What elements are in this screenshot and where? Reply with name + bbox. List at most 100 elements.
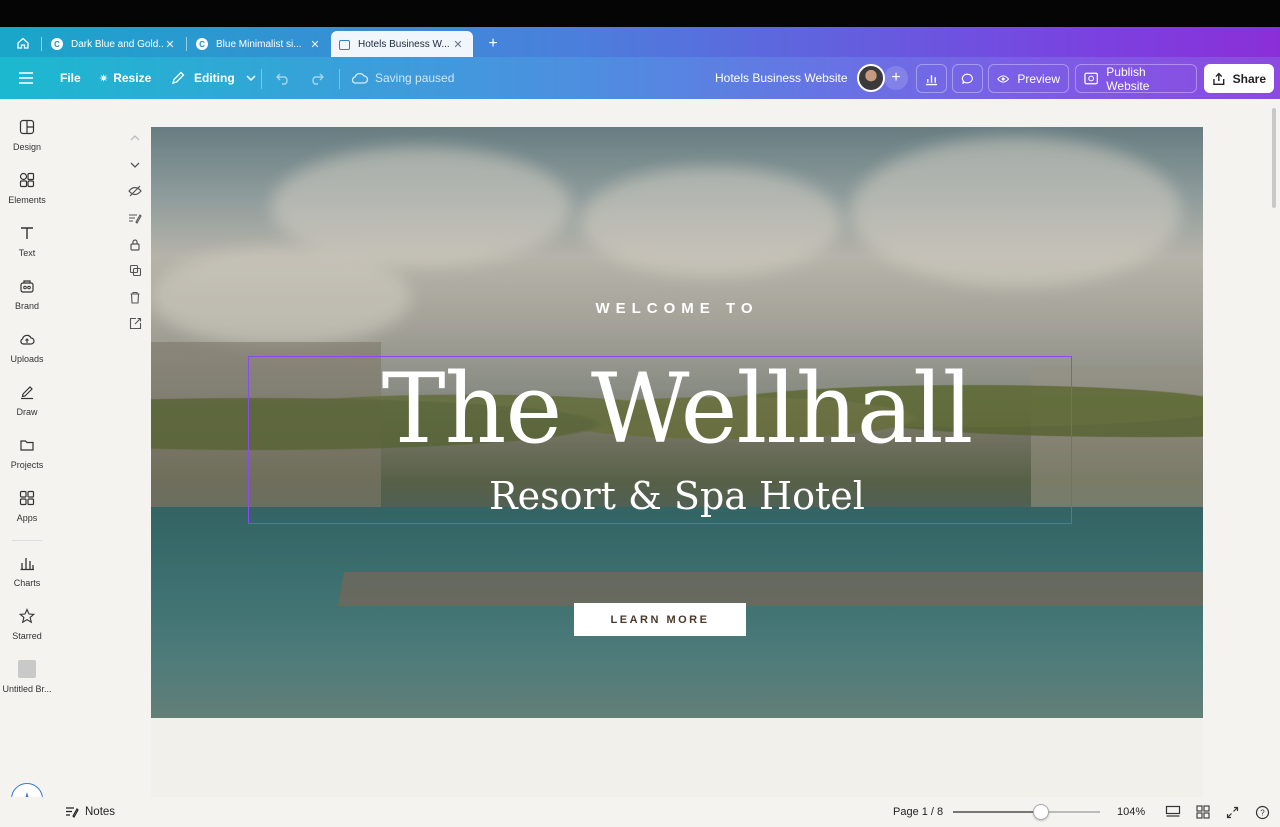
charts-icon: [17, 553, 37, 573]
toolbar-divider: [339, 69, 340, 89]
lock-icon[interactable]: [124, 231, 146, 258]
chevron-up-icon[interactable]: [124, 125, 146, 152]
notes-icon: [66, 807, 79, 818]
text-icon: [17, 223, 37, 243]
page-view-icon[interactable]: [1165, 797, 1181, 827]
design-icon: [17, 117, 37, 137]
bar-chart-icon: [925, 74, 938, 85]
undo-icon[interactable]: [275, 57, 291, 99]
sidebar-item-design[interactable]: Design: [0, 111, 54, 161]
tab-dark-blue-gold[interactable]: C Dark Blue and Gold... ✕: [43, 31, 185, 57]
tab-title: Blue Minimalist si...: [216, 38, 302, 50]
sidebar-item-label: Starred: [12, 631, 42, 641]
sidebar-item-draw[interactable]: Draw: [0, 376, 54, 426]
sidebar-item-text[interactable]: Text: [0, 217, 54, 267]
eye-icon: [997, 74, 1010, 83]
avatar[interactable]: [857, 57, 885, 99]
trash-icon[interactable]: [124, 284, 146, 311]
redo-icon[interactable]: [309, 57, 325, 99]
share-label: Share: [1232, 71, 1266, 86]
learn-more-button[interactable]: LEARN MORE: [574, 603, 746, 636]
document-title[interactable]: Hotels Business Website: [715, 57, 848, 99]
add-collaborator-button[interactable]: +: [884, 57, 908, 99]
sidebar-item-starred[interactable]: Starred: [0, 600, 54, 650]
sidebar-item-uploads[interactable]: Uploads: [0, 323, 54, 373]
help-icon[interactable]: ?: [1255, 797, 1270, 827]
home-icon[interactable]: [10, 32, 36, 54]
cloud-icon: [351, 72, 369, 84]
resize-label: Resize: [113, 71, 152, 85]
welcome-heading[interactable]: WELCOME TO: [151, 300, 1203, 317]
comments-button[interactable]: [952, 64, 983, 93]
chevron-down-icon[interactable]: [124, 152, 146, 179]
duplicate-icon[interactable]: [124, 258, 146, 285]
notes-edit-icon[interactable]: [124, 205, 146, 232]
preview-label: Preview: [1017, 71, 1060, 86]
grid-view-icon[interactable]: [1196, 797, 1210, 827]
notes-button[interactable]: Notes: [65, 797, 115, 827]
insights-button[interactable]: [916, 64, 947, 93]
sidebar-item-elements[interactable]: Elements: [0, 164, 54, 214]
share-button[interactable]: Share: [1204, 64, 1274, 93]
sidebar-item-projects[interactable]: Projects: [0, 429, 54, 479]
pencil-icon: [172, 71, 185, 84]
add-page-icon[interactable]: [124, 311, 146, 338]
vertical-scrollbar[interactable]: [1272, 108, 1276, 208]
fullscreen-icon[interactable]: [1226, 797, 1239, 827]
sidebar-item-label: Design: [12, 142, 41, 152]
sidebar-item-label: Charts: [13, 578, 41, 588]
close-tab-icon[interactable]: ✕: [308, 38, 322, 51]
sidebar-item-label: Uploads: [10, 354, 44, 364]
document-favicon-icon: [339, 39, 350, 50]
thumbnail-icon: [17, 659, 37, 679]
bottom-status-bar: Notes Page 1 / 8 104% ?: [0, 797, 1280, 827]
tab-blue-minimalist[interactable]: C Blue Minimalist si... ✕: [188, 31, 330, 57]
saving-status: Saving paused: [351, 57, 454, 99]
editor-toolbar: File ✷ Resize Editing Saving paused Hote…: [0, 57, 1280, 99]
sidebar-item-label: Untitled Br...: [2, 684, 52, 694]
text-selection-box[interactable]: [248, 356, 1072, 524]
publish-website-button[interactable]: Publish Website: [1075, 64, 1197, 93]
sidebar-item-apps[interactable]: Apps: [0, 482, 54, 532]
tab-hotels-business[interactable]: Hotels Business W... ✕: [331, 31, 473, 58]
browser-tab-strip: C Dark Blue and Gold... ✕ C Blue Minimal…: [0, 27, 1280, 58]
star-icon: [17, 606, 37, 626]
preview-button[interactable]: Preview: [988, 64, 1069, 93]
sidebar-item-label: Projects: [10, 460, 44, 470]
resize-button[interactable]: ✷ Resize: [99, 57, 151, 99]
editing-mode-dropdown[interactable]: Editing: [170, 57, 257, 99]
zoom-slider-fill: [953, 811, 1042, 813]
saving-status-text: Saving paused: [375, 71, 455, 85]
projects-icon: [17, 435, 37, 455]
editing-label: Editing: [194, 71, 235, 85]
sidebar-item-brand[interactable]: Brand: [0, 270, 54, 320]
menu-icon[interactable]: [17, 57, 35, 99]
elements-icon: [17, 170, 37, 190]
sidebar-item-label: Text: [18, 248, 36, 258]
comment-icon: [961, 73, 973, 84]
page-tools-column: [124, 125, 146, 337]
new-tab-icon[interactable]: +: [484, 35, 502, 53]
tab-divider: [186, 37, 187, 51]
close-tab-icon[interactable]: ✕: [163, 38, 177, 51]
design-canvas-page-2[interactable]: [151, 718, 1203, 797]
sidebar-item-charts[interactable]: Charts: [0, 547, 54, 597]
zoom-slider-handle[interactable]: [1033, 804, 1050, 820]
design-canvas-page-1[interactable]: WELCOME TO The Wellhall Resort & Spa Hot…: [151, 127, 1203, 718]
sidebar-divider: [12, 540, 42, 541]
sidebar-item-label: Draw: [16, 407, 38, 417]
sidebar-item-label: Brand: [14, 301, 40, 311]
tab-divider: [41, 37, 42, 51]
zoom-level[interactable]: 104%: [1117, 797, 1145, 827]
hide-page-icon[interactable]: [124, 178, 146, 205]
page-indicator[interactable]: Page 1 / 8: [893, 797, 943, 827]
left-sidebar: Design Elements Text Brand Uploads Draw …: [0, 99, 54, 827]
file-menu[interactable]: File: [60, 57, 81, 99]
close-tab-icon[interactable]: ✕: [451, 38, 465, 51]
sidebar-item-label: Apps: [16, 513, 38, 523]
share-icon: [1213, 72, 1225, 85]
canva-favicon-icon: C: [51, 38, 63, 50]
apps-icon: [17, 488, 37, 508]
tab-title: Dark Blue and Gold...: [71, 38, 163, 50]
sidebar-item-untitled-brand[interactable]: Untitled Br...: [0, 653, 54, 703]
